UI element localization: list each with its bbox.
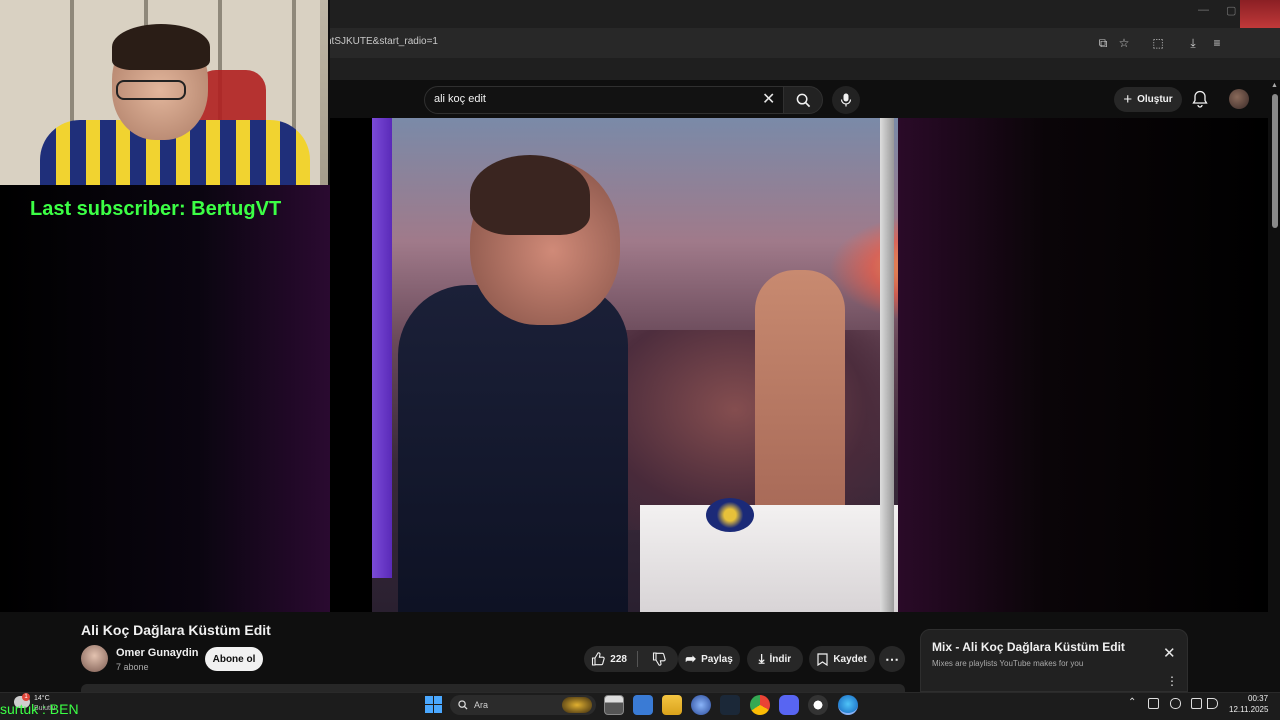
task-view-icon[interactable] xyxy=(604,695,624,715)
scroll-up-icon[interactable]: ▲ xyxy=(1271,82,1278,89)
description-box[interactable] xyxy=(81,684,905,692)
app-red-dot-icon[interactable] xyxy=(808,695,828,715)
streamer-webcam xyxy=(0,0,330,185)
video-stage-pole xyxy=(880,118,894,612)
webcam-person-hair xyxy=(112,24,210,70)
tray-app-icon[interactable] xyxy=(1148,698,1159,709)
video-stage-light xyxy=(372,118,392,578)
maximize-icon[interactable]: ▢ xyxy=(1226,4,1236,17)
app-blue-circle-icon[interactable] xyxy=(691,695,711,715)
clock-date[interactable]: 12.11.2025 xyxy=(1229,705,1268,714)
download-button[interactable]: ⤓ İndir xyxy=(747,646,803,672)
network-icon[interactable] xyxy=(1191,698,1202,709)
close-icon[interactable]: ✕ xyxy=(1163,644,1176,662)
discord-icon[interactable] xyxy=(779,695,799,715)
microphone-icon[interactable] xyxy=(1170,698,1181,709)
channel-avatar[interactable] xyxy=(81,645,108,672)
microphone-icon xyxy=(840,93,852,107)
dislike-button[interactable] xyxy=(639,652,678,666)
more-actions-button[interactable]: ⋯ xyxy=(879,646,905,672)
taskbar-search[interactable]: Ara xyxy=(450,695,596,715)
minimize-icon[interactable]: — xyxy=(1198,4,1209,16)
scrollbar-thumb[interactable] xyxy=(1272,94,1278,228)
share-label: Paylaş xyxy=(701,653,733,665)
download-label: İndir xyxy=(769,653,792,665)
save-label: Kaydet xyxy=(833,653,867,665)
video-title: Ali Koç Dağlara Küstüm Edit xyxy=(81,622,271,638)
active-browser-icon[interactable] xyxy=(838,695,858,715)
tray-overflow-chevron-icon[interactable]: ⌃ xyxy=(1128,697,1136,708)
thumbs-up-icon xyxy=(592,652,605,666)
video-club-microphone xyxy=(706,498,754,532)
like-dislike-pill: 228 xyxy=(584,646,678,672)
download-arrow-icon: ⤓ xyxy=(758,651,765,666)
install-app-icon[interactable]: ⧉ xyxy=(1094,34,1112,52)
steam-icon[interactable] xyxy=(720,695,740,715)
download-icon[interactable]: ⤓ xyxy=(1184,34,1202,52)
weather-alert-badge: 1 xyxy=(22,693,30,701)
share-icon: ➦ xyxy=(685,651,697,666)
channel-name[interactable]: Omer Gunaydin xyxy=(116,647,199,659)
search-query-text[interactable]: ali koç edit xyxy=(434,93,486,105)
extensions-icon[interactable]: ⬚ xyxy=(1149,34,1167,52)
mix-subtitle: Mixes are playlists YouTube makes for yo… xyxy=(932,659,1084,668)
voice-search-button[interactable] xyxy=(832,86,860,114)
create-button[interactable]: + Oluştur xyxy=(1114,87,1182,112)
search-icon xyxy=(458,700,468,710)
mix-title[interactable]: Mix - Ali Koç Dağlara Küstüm Edit xyxy=(932,640,1125,654)
like-divider xyxy=(637,651,638,667)
video-podium xyxy=(640,505,898,612)
video-background-person xyxy=(755,270,845,510)
volume-icon[interactable] xyxy=(1207,698,1218,709)
bookmark-icon xyxy=(817,652,828,666)
url-text[interactable]: ntSJKUTE&start_radio=1 xyxy=(326,36,438,47)
like-count: 228 xyxy=(610,653,627,665)
webcam-person-glasses xyxy=(116,80,186,100)
notifications-bell-icon[interactable] xyxy=(1192,90,1210,108)
clock-time[interactable]: 00:37 xyxy=(1248,694,1268,703)
save-button[interactable]: Kaydet xyxy=(809,646,875,672)
video-main-person-hair xyxy=(470,155,590,235)
player-ambient-left xyxy=(0,118,330,612)
video-main-person-body xyxy=(398,285,628,612)
clear-search-icon[interactable]: ✕ xyxy=(762,89,775,109)
search-button[interactable] xyxy=(783,86,823,114)
search-highlight-image xyxy=(562,697,592,713)
create-label: Oluştur xyxy=(1137,94,1173,105)
player-ambient-right xyxy=(898,118,1268,612)
share-button[interactable]: ➦ Paylaş xyxy=(678,646,740,672)
last-subscriber-label: Last subscriber: BertugVT xyxy=(30,198,282,220)
media-control-icon[interactable]: ≡ xyxy=(1208,34,1226,52)
chrome-icon[interactable] xyxy=(750,695,770,715)
taskbar-search-placeholder: Ara xyxy=(474,700,489,710)
search-icon xyxy=(796,93,810,107)
like-button[interactable]: 228 xyxy=(584,652,634,666)
more-vertical-icon[interactable]: ⋮ xyxy=(1166,674,1178,688)
thumbs-down-icon xyxy=(652,652,666,666)
calculator-app-icon[interactable] xyxy=(633,695,653,715)
stream-overlay-text: surtuk : BEN xyxy=(0,701,79,717)
plus-icon: + xyxy=(1123,91,1133,108)
account-avatar[interactable] xyxy=(1229,89,1249,109)
file-explorer-icon[interactable] xyxy=(662,695,682,715)
more-horizontal-icon: ⋯ xyxy=(885,650,899,667)
subscribe-button[interactable]: Abone ol xyxy=(205,647,263,671)
subscriber-count: 7 abone xyxy=(116,662,149,672)
bookmark-star-icon[interactable]: ☆ xyxy=(1115,34,1133,52)
windows-start-icon[interactable] xyxy=(425,696,442,713)
